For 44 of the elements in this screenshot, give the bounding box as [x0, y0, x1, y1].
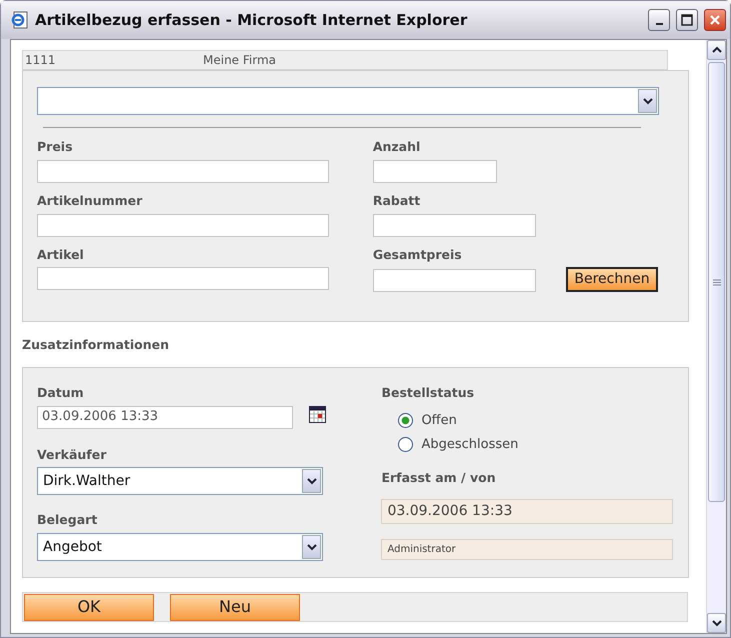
- field-label: Erfasst am / von: [381, 468, 497, 486]
- field-label: Artikel: [37, 246, 85, 264]
- scroll-down-button[interactable]: [707, 613, 726, 633]
- radio-button[interactable]: [398, 437, 414, 452]
- radio-label[interactable]: Abgeschlossen: [421, 435, 518, 454]
- maximize-icon: [681, 14, 693, 26]
- input-field[interactable]: [37, 267, 329, 290]
- scroll-up-button[interactable]: [707, 40, 726, 60]
- field-label: Verkäufer: [37, 446, 108, 464]
- close-icon: [709, 14, 721, 26]
- maximize-button[interactable]: [676, 9, 698, 31]
- section-heading: Zusatzinformationen: [22, 336, 170, 354]
- field-label: Preis: [37, 138, 74, 156]
- field-label: Belegart: [37, 511, 98, 530]
- close-button[interactable]: [704, 9, 726, 31]
- input-field[interactable]: [372, 269, 536, 292]
- field-label: Gesamtpreis: [372, 246, 463, 264]
- browser-icon: [11, 11, 29, 29]
- created-date-field: 03.09.2006 13:33: [381, 499, 674, 524]
- field-label: Artikelnummer: [37, 192, 144, 210]
- field-label: Rabatt: [372, 192, 422, 210]
- date-field[interactable]: 03.09.2006 13:33: [37, 406, 293, 428]
- seller-select[interactable]: Dirk.Walther: [37, 467, 323, 496]
- calculate-button[interactable]: Berechnen: [566, 267, 658, 292]
- action-button[interactable]: OK: [24, 594, 154, 621]
- window-title: Artikelbezug erfassen - Microsoft Internet Explorer: [35, 10, 468, 31]
- field-label: Anzahl: [372, 138, 422, 156]
- input-field[interactable]: [372, 214, 536, 236]
- calendar-icon[interactable]: [309, 406, 326, 422]
- input-field[interactable]: [37, 214, 329, 236]
- input-field[interactable]: [37, 160, 329, 183]
- radio-button[interactable]: [398, 412, 414, 428]
- document-type-select[interactable]: Angebot: [37, 533, 323, 561]
- field-label: Datum: [37, 384, 85, 402]
- minimize-button[interactable]: [648, 9, 670, 31]
- field-label: Bestellstatus: [381, 384, 476, 402]
- account-number: 1111: [25, 52, 57, 69]
- company-name: Meine Firma: [203, 52, 276, 69]
- scroll-thumb[interactable]: [708, 62, 725, 502]
- radio-label[interactable]: Offen: [421, 410, 457, 430]
- created-by-field: Administrator: [381, 539, 674, 560]
- minimize-icon: [656, 23, 662, 25]
- action-button[interactable]: Neu: [170, 594, 300, 621]
- input-field[interactable]: [372, 160, 497, 183]
